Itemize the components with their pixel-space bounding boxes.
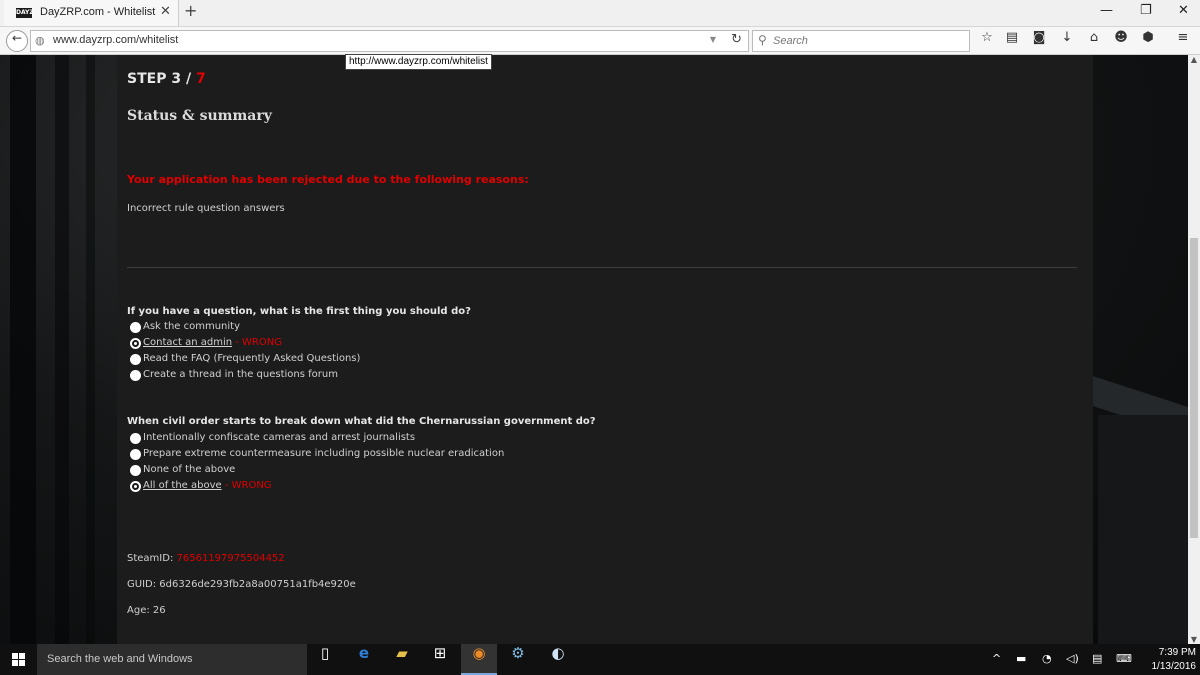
rejection-reason: Incorrect rule question answers — [127, 203, 285, 214]
guid-value: 6d6326de293fb2a8a00751a1fb4e920e — [159, 579, 356, 590]
clock-date: 1/13/2016 — [1151, 661, 1197, 672]
steam-icon[interactable]: ⚙ — [500, 644, 536, 675]
extension-icon[interactable]: ⬢ — [1139, 30, 1157, 45]
bookmark-star-icon[interactable]: ☆ — [978, 30, 996, 45]
taskbar-search-placeholder: Search the web and Windows — [47, 653, 193, 665]
pocket-icon[interactable]: ◙ — [1030, 30, 1048, 45]
divider — [127, 267, 1077, 268]
question-2-text: When civil order starts to break down wh… — [127, 416, 596, 427]
age-row: Age: 26 — [127, 605, 166, 616]
reload-icon[interactable]: ↻ — [731, 32, 742, 47]
answer-label-text: All of the above — [143, 480, 222, 491]
answer-label: Contact an admin - WRONG — [143, 337, 282, 348]
browser-titlebar: DAYZ DayZRP.com - Whitelist ✕ + — ❐ ✕ — [0, 0, 1200, 27]
search-placeholder: Search — [773, 35, 808, 47]
radio-button[interactable] — [130, 465, 141, 476]
site-favicon-icon: DAYZ — [16, 8, 34, 18]
windows-taskbar: Search the web and Windows ▯ e ▰ ⊞ ◉ ⚙ ◐… — [0, 644, 1200, 675]
menu-icon[interactable]: ≡ — [1174, 30, 1192, 45]
answer-label-text: Contact an admin — [143, 337, 233, 348]
volume-icon[interactable]: ◁) — [1066, 652, 1079, 665]
history-dropdown-icon[interactable]: ▼ — [710, 35, 716, 44]
window-close-icon[interactable]: ✕ — [1178, 3, 1189, 18]
page-scrollbar[interactable]: ▲ ▼ — [1188, 55, 1200, 644]
radio-button[interactable] — [130, 481, 141, 492]
background-cabin — [1098, 415, 1188, 644]
radio-button[interactable] — [130, 370, 141, 381]
rejection-message: Your application has been rejected due t… — [127, 173, 529, 186]
radio-button[interactable] — [130, 449, 141, 460]
downloads-icon[interactable]: ↓ — [1058, 30, 1076, 45]
hello-icon[interactable]: ☻ — [1112, 30, 1130, 45]
system-clock[interactable]: 7:39 PM 1/13/2016 — [1140, 646, 1197, 674]
radio-button[interactable] — [130, 338, 141, 349]
radio-button[interactable] — [130, 433, 141, 444]
page-viewport: STEP 3 / 7 Status & summary Your applica… — [0, 55, 1188, 644]
minimize-icon[interactable]: — — [1100, 3, 1113, 18]
battery-icon[interactable]: ▬ — [1016, 652, 1026, 665]
back-arrow-icon[interactable]: ← — [6, 30, 28, 52]
search-bar[interactable]: ⚲ Search — [752, 30, 970, 52]
file-explorer-icon[interactable]: ▰ — [384, 644, 420, 675]
answer-label: Ask the community — [143, 321, 241, 332]
search-icon: ⚲ — [758, 33, 767, 47]
taskbar-search-box[interactable]: Search the web and Windows — [37, 644, 307, 675]
scrollbar-thumb[interactable] — [1190, 238, 1198, 538]
answer-label: Prepare extreme countermeasure including… — [143, 448, 505, 459]
answer-label: None of the above — [143, 464, 236, 475]
keyboard-icon[interactable]: ⌨ — [1116, 652, 1132, 665]
question-1-text: If you have a question, what is the firs… — [127, 306, 471, 317]
background-tree — [55, 55, 69, 644]
firefox-icon[interactable]: ◉ — [461, 644, 497, 675]
store-icon[interactable]: ⊞ — [422, 644, 458, 675]
page-title: Status & summary — [127, 108, 272, 124]
age-label: Age: — [127, 605, 150, 616]
whitelist-panel: STEP 3 / 7 Status & summary Your applica… — [117, 55, 1093, 644]
age-value: 26 — [152, 605, 166, 616]
scroll-down-icon[interactable]: ▼ — [1188, 635, 1200, 644]
wifi-icon[interactable]: ◔ — [1042, 652, 1052, 665]
windows-logo-icon — [12, 653, 25, 666]
task-view-icon[interactable]: ▯ — [307, 644, 343, 675]
steamid-label: SteamID: — [127, 553, 174, 564]
answer-label: Intentionally confiscate cameras and arr… — [143, 432, 416, 443]
link-url-tooltip: http://www.dayzrp.com/whitelist — [345, 54, 492, 70]
start-button[interactable] — [0, 644, 37, 675]
notifications-icon[interactable]: ▤ — [1092, 652, 1102, 665]
background-tree — [86, 55, 95, 644]
reading-list-icon[interactable]: ▤ — [1003, 30, 1021, 45]
answer-label: Read the FAQ (Frequently Asked Questions… — [143, 353, 361, 364]
address-text[interactable]: www.dayzrp.com/whitelist — [53, 34, 178, 46]
browser-tab[interactable]: DAYZ DayZRP.com - Whitelist ✕ — [4, 0, 179, 26]
home-icon[interactable]: ⌂ — [1085, 30, 1103, 45]
guid-label: GUID: — [127, 579, 157, 590]
tab-title: DayZRP.com - Whitelist — [40, 6, 156, 18]
new-tab-icon[interactable]: + — [184, 1, 197, 20]
background-tree — [10, 55, 36, 644]
tab-close-icon[interactable]: ✕ — [160, 4, 171, 19]
step-label: STEP 3 / — [127, 71, 192, 87]
radio-button[interactable] — [130, 322, 141, 333]
scroll-up-icon[interactable]: ▲ — [1188, 55, 1200, 64]
steamid-row: SteamID: 76561197975504452 — [127, 553, 285, 564]
guid-row: GUID: 6d6326de293fb2a8a00751a1fb4e920e — [127, 579, 356, 590]
radio-button[interactable] — [130, 354, 141, 365]
wrong-marker: - WRONG — [232, 337, 282, 348]
show-hidden-icons-icon[interactable]: ^ — [992, 652, 1001, 665]
edge-browser-icon[interactable]: e — [346, 644, 382, 675]
answer-label: Create a thread in the questions forum — [143, 369, 338, 380]
answer-label: All of the above - WRONG — [143, 480, 272, 491]
step-total: 7 — [195, 71, 206, 87]
wrong-marker: - WRONG — [221, 480, 272, 491]
globe-icon: ◍ — [35, 34, 45, 47]
address-bar[interactable]: ◍ www.dayzrp.com/whitelist ▼ ↻ — [30, 30, 749, 52]
clock-time: 7:39 PM — [1158, 647, 1196, 658]
steamid-value[interactable]: 76561197975504452 — [177, 553, 285, 564]
teamspeak-icon[interactable]: ◐ — [540, 644, 576, 675]
restore-icon[interactable]: ❐ — [1140, 3, 1152, 18]
step-indicator: STEP 3 / 7 — [127, 71, 206, 87]
